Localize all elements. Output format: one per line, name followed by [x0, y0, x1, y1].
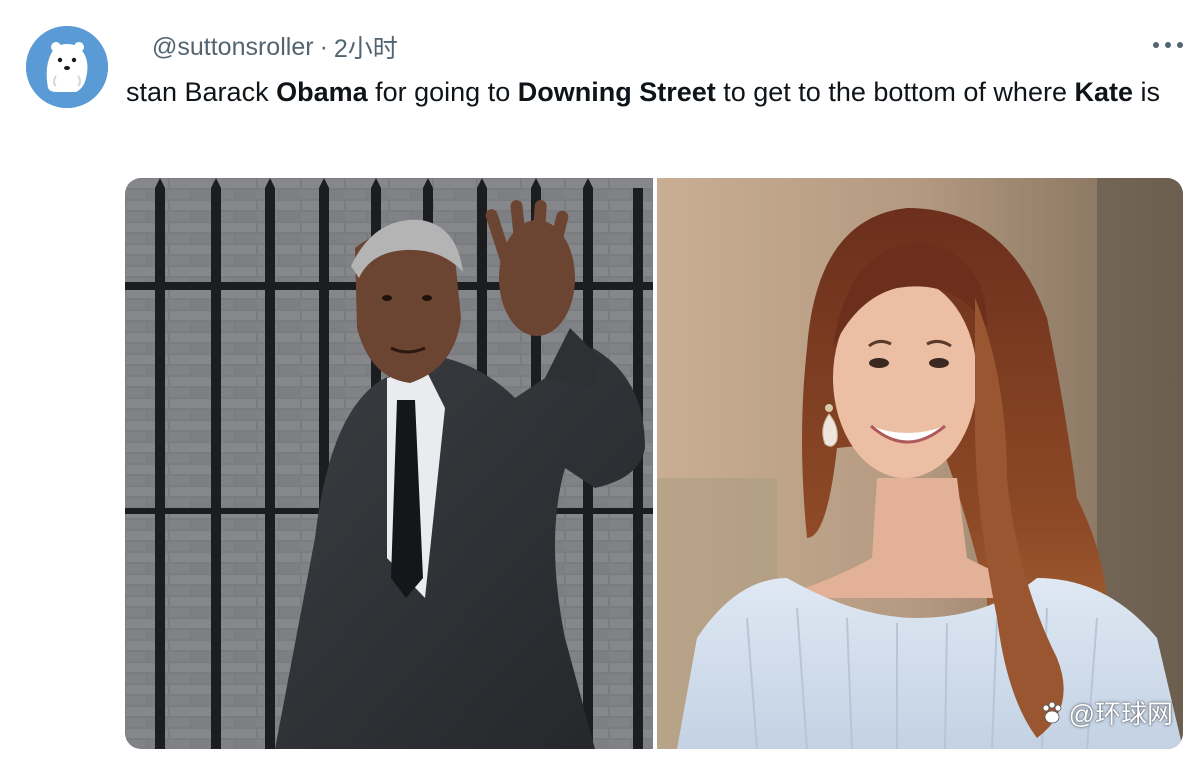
tweet-text-part: for going to — [367, 77, 518, 107]
tweet-text-bold: Downing Street — [517, 77, 716, 107]
watermark: @环球网 — [1039, 694, 1173, 731]
more-options-button[interactable] — [1148, 30, 1188, 60]
more-horizontal-icon — [1153, 42, 1183, 48]
media-grid: @环球网 — [125, 178, 1183, 749]
tweet-text-part: to get to the bottom of where — [715, 77, 1075, 107]
tweet-meta: @suttonsroller · 2小时 — [152, 30, 398, 64]
user-handle[interactable]: @suttonsroller — [152, 33, 314, 62]
tweet-text-bold: Kate — [1074, 77, 1133, 107]
meta-separator: · — [319, 32, 328, 61]
left-photo[interactable] — [125, 178, 653, 749]
tweet-timestamp[interactable]: 2小时 — [334, 29, 398, 65]
tweet: @suttonsroller · 2小时 stan Barack Obama f… — [0, 0, 1200, 757]
avatar[interactable] — [26, 26, 108, 108]
watermark-text: @环球网 — [1068, 699, 1173, 729]
tweet-text-bold: Obama — [276, 77, 368, 107]
paw-icon — [1042, 701, 1061, 723]
woman-smiling-photo — [657, 178, 1183, 749]
man-waving-photo — [125, 178, 653, 749]
tweet-text: stan Barack Obama for going to Downing S… — [126, 72, 1166, 112]
tweet-text-part: is — [1133, 77, 1161, 107]
polar-bear-icon — [26, 26, 108, 108]
tweet-text-part: stan Barack — [126, 77, 277, 107]
right-photo[interactable]: @环球网 — [657, 178, 1183, 749]
